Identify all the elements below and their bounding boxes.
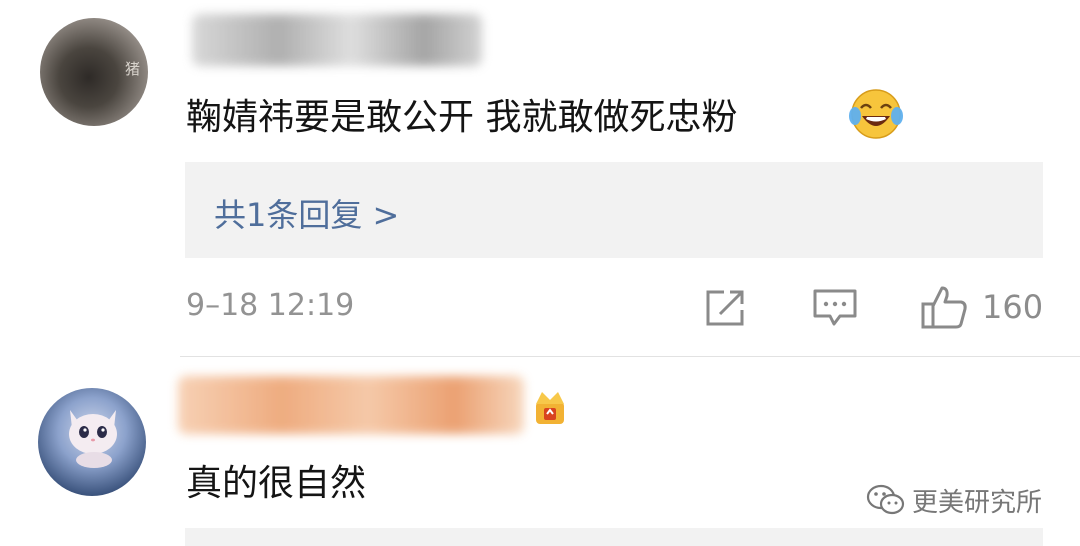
- view-replies-link[interactable]: 共1条回复 >: [214, 190, 399, 236]
- comment-divider: [180, 356, 1080, 357]
- avatar[interactable]: 猪: [40, 18, 148, 126]
- comment-text: 真的很自然: [186, 463, 367, 504]
- username-blurred[interactable]: [192, 14, 482, 66]
- avatar[interactable]: [38, 388, 146, 496]
- comment-timestamp: 9–18 12:19: [186, 288, 355, 323]
- comment-icon[interactable]: [812, 288, 858, 328]
- member-badge-icon: [536, 392, 564, 424]
- wechat-icon: [866, 484, 905, 515]
- thumbs-up-icon[interactable]: [920, 284, 968, 330]
- comment-text: 鞠婧祎要是敢公开 我就敢做死忠粉: [186, 97, 738, 138]
- like-count: 160: [982, 288, 1044, 326]
- watermark-text: 更美研究所: [912, 488, 1043, 518]
- avatar-tag: 猪: [124, 60, 140, 78]
- cartoon-cat-icon: [69, 410, 117, 468]
- share-icon[interactable]: [704, 288, 748, 328]
- username-blurred[interactable]: [178, 376, 524, 434]
- replies-panel[interactable]: [185, 528, 1043, 546]
- laughing-crying-emoji-icon: [849, 89, 903, 139]
